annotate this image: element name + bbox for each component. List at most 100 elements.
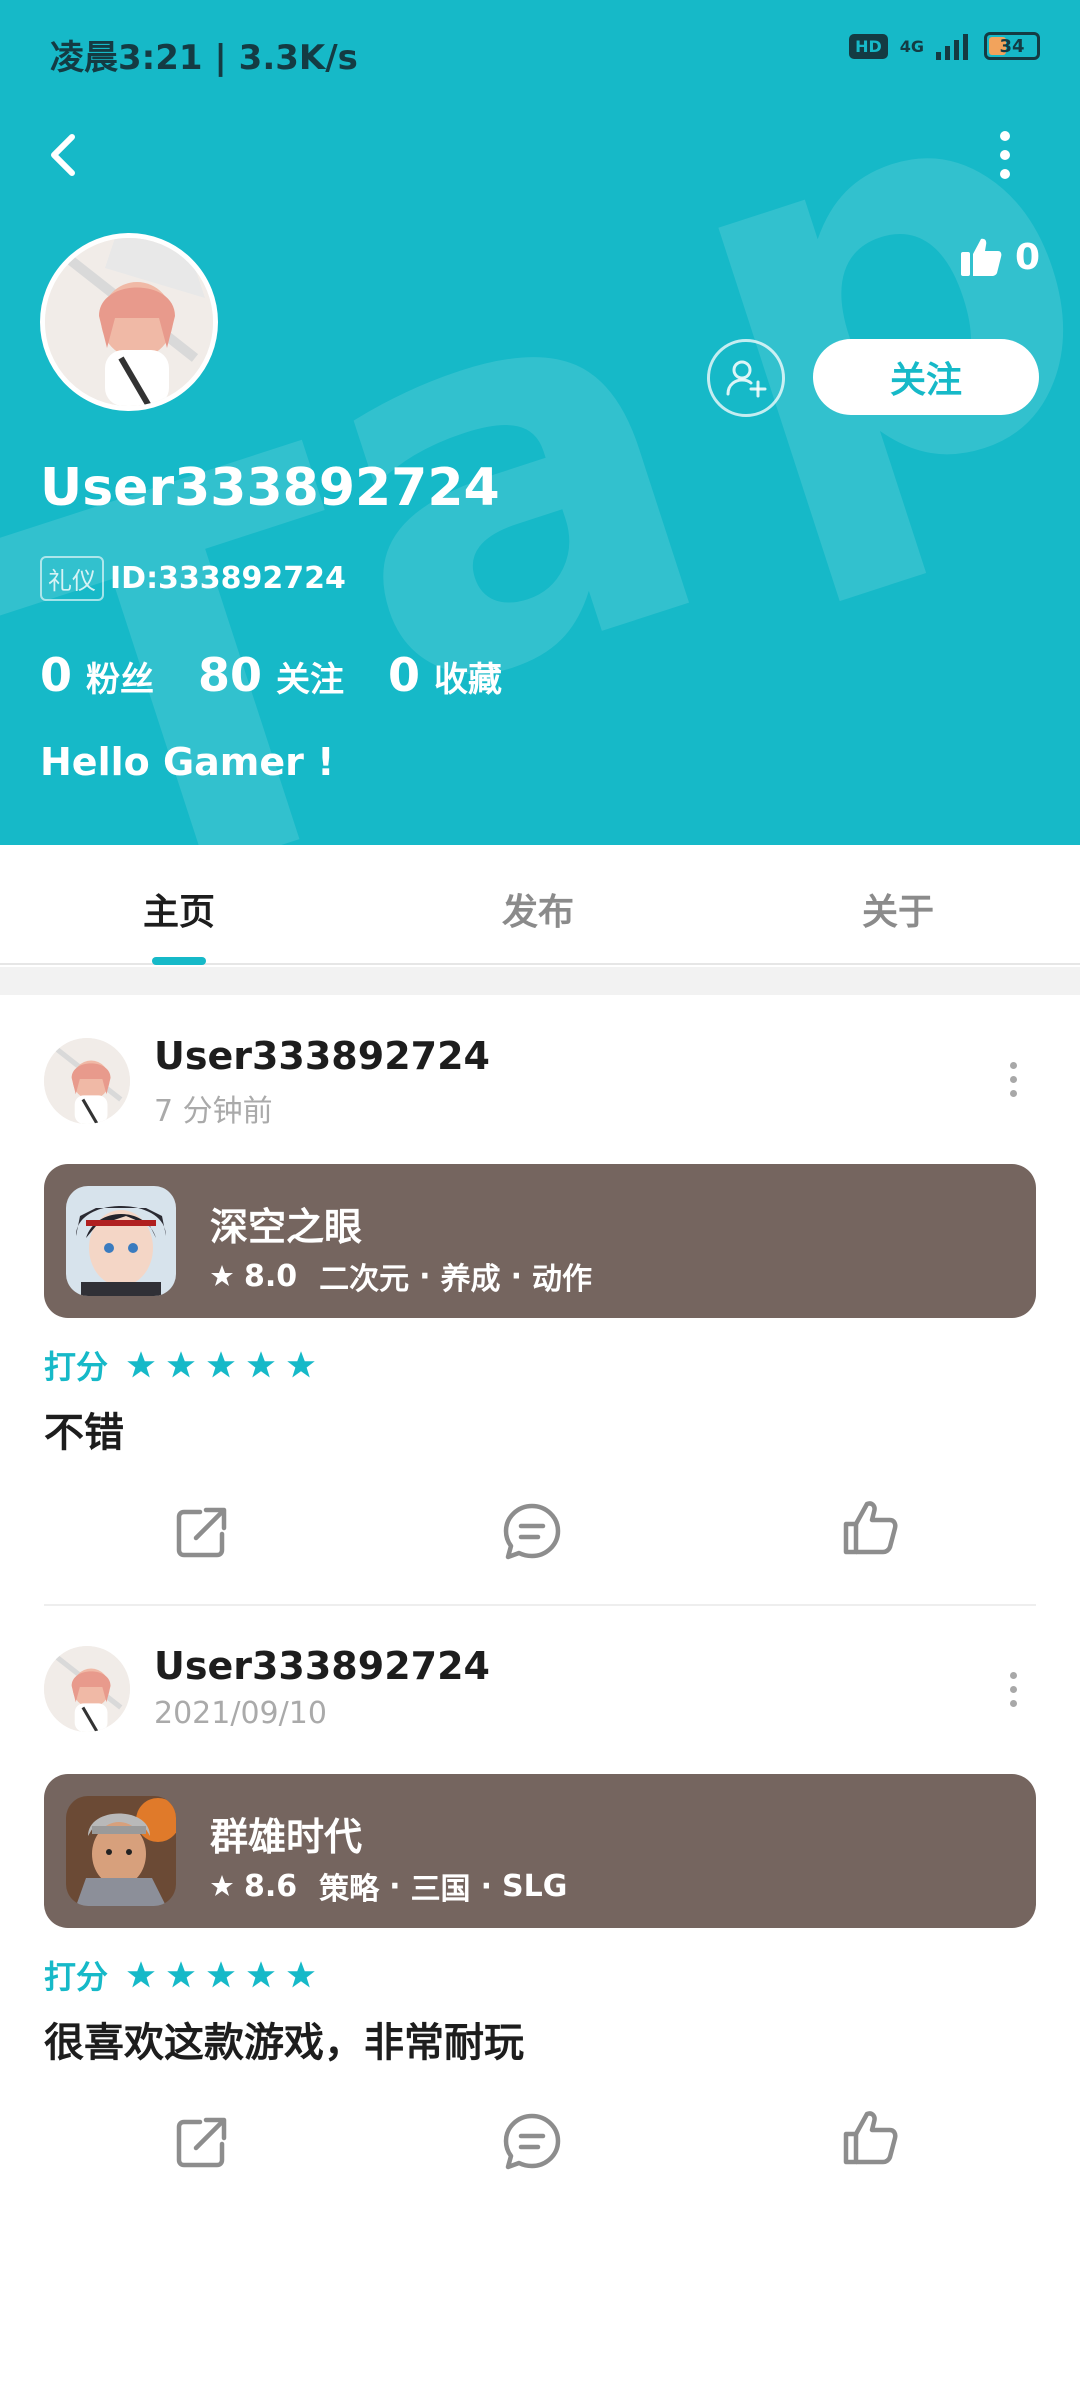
profile-username: User333892724	[40, 458, 500, 518]
star-icon	[127, 1351, 155, 1378]
post-more-button[interactable]	[1006, 1062, 1020, 1097]
game-tag: SLG	[501, 1868, 568, 1904]
game-card[interactable]: 深空之眼 8.0 二次元 · 养成 · 动作	[44, 1164, 1036, 1318]
game-tag: 二次元	[319, 1262, 410, 1297]
post-timestamp: 7 分钟前	[154, 1094, 273, 1129]
like-button[interactable]	[838, 2106, 902, 2170]
rating-label: 打分	[44, 1348, 109, 1386]
dot-icon	[1000, 169, 1010, 179]
star-icon	[287, 1351, 315, 1378]
game-tag: 养成	[440, 1262, 501, 1297]
add-user-icon	[726, 360, 767, 398]
user-id: ID:333892724	[110, 561, 346, 596]
post-username[interactable]: User333892724	[154, 1644, 490, 1688]
signal-icon	[936, 34, 968, 60]
share-button[interactable]	[170, 2110, 234, 2174]
star-icon	[247, 1961, 275, 1988]
game-meta: 8.6 策略 · 三国 · SLG	[210, 1864, 567, 1908]
star-icon	[247, 1351, 275, 1378]
dot-icon	[1009, 1076, 1017, 1083]
game-icon-image	[66, 1796, 176, 1906]
tab-about[interactable]: 关于	[862, 883, 934, 935]
followers-label[interactable]: 粉丝	[86, 652, 154, 701]
favorites-label[interactable]: 收藏	[434, 652, 502, 701]
dot-separator: ·	[389, 1868, 401, 1904]
dot-separator: ·	[480, 1868, 492, 1904]
user-tag-badge: 礼仪	[40, 556, 104, 601]
dot-icon	[1000, 131, 1010, 141]
dot-icon	[1009, 1700, 1017, 1707]
game-name: 深空之眼	[210, 1205, 363, 1249]
star-icon	[287, 1961, 315, 1988]
more-menu-button[interactable]	[985, 130, 1025, 180]
game-meta: 8.0 二次元 · 养成 · 动作	[210, 1254, 592, 1298]
game-card[interactable]: 群雄时代 8.6 策略 · 三国 · SLG	[44, 1774, 1036, 1928]
thumbs-up-icon	[843, 2111, 898, 2165]
avatar-image	[45, 238, 213, 406]
game-tag: 三国	[410, 1872, 471, 1907]
battery-icon: 34	[984, 32, 1040, 60]
hd-badge: HD	[849, 33, 888, 59]
profile-likes[interactable]: 0	[959, 236, 1040, 278]
rating-label: 打分	[44, 1958, 109, 1996]
comment-icon	[503, 1503, 561, 1560]
following-count[interactable]: 80	[198, 648, 262, 702]
share-button[interactable]	[170, 1500, 234, 1564]
comment-button[interactable]	[500, 1500, 564, 1564]
star-icon	[211, 1875, 233, 1896]
battery-level: 34	[999, 35, 1025, 57]
post-avatar[interactable]	[44, 1038, 130, 1124]
back-button[interactable]	[40, 125, 90, 185]
status-icons: HD 4G 34	[849, 32, 1040, 60]
star-icon	[207, 1961, 235, 1988]
rating-row: 打分	[44, 1342, 316, 1388]
avatar[interactable]	[40, 233, 218, 411]
game-icon-image	[66, 1186, 176, 1296]
rating-row: 打分	[44, 1952, 316, 1998]
post-username[interactable]: User333892724	[154, 1034, 490, 1078]
review-text: 很喜欢这款游戏，非常耐玩	[44, 2020, 524, 2066]
comment-button[interactable]	[500, 2110, 564, 2174]
following-label[interactable]: 关注	[276, 652, 344, 701]
likes-count: 0	[1014, 236, 1040, 278]
back-arrow-icon	[51, 134, 75, 176]
game-tag: 策略	[319, 1872, 380, 1907]
star-icon	[127, 1961, 155, 1988]
thumbs-up-icon	[843, 1501, 898, 1555]
active-tab-indicator	[152, 957, 206, 965]
dot-icon	[1009, 1062, 1017, 1069]
game-icon	[66, 1796, 176, 1906]
dot-separator: ·	[510, 1258, 522, 1294]
post-divider	[44, 1604, 1036, 1606]
favorites-count[interactable]: 0	[388, 648, 420, 702]
game-icon	[66, 1186, 176, 1296]
tab-home[interactable]: 主页	[143, 883, 215, 935]
status-bar: 凌晨3:21 | 3.3K/s HD 4G 34	[0, 0, 1080, 110]
network-label: 4G	[899, 36, 924, 56]
tab-posts[interactable]: 发布	[502, 883, 574, 935]
post-timestamp: 2021/09/10	[154, 1696, 327, 1731]
status-time: 凌晨3:21 | 3.3K/s	[50, 38, 358, 78]
followers-count[interactable]: 0	[40, 648, 72, 702]
add-friend-button[interactable]	[707, 339, 785, 417]
like-button[interactable]	[838, 1496, 902, 1560]
follow-button[interactable]: 关注	[813, 339, 1039, 415]
dot-icon	[1009, 1672, 1017, 1679]
star-icon	[207, 1351, 235, 1378]
post-more-button[interactable]	[1006, 1672, 1020, 1707]
post-avatar[interactable]	[44, 1646, 130, 1732]
thumbs-up-icon	[960, 238, 1002, 276]
star-icon	[211, 1265, 233, 1286]
dot-icon	[1009, 1090, 1017, 1097]
profile-header: T a p 凌晨3:21 | 3.3K/s HD 4G 34 0 关注 User…	[0, 0, 1080, 845]
share-icon	[176, 1507, 227, 1558]
dot-separator: ·	[419, 1258, 431, 1294]
star-icon	[167, 1961, 195, 1988]
profile-tabs: 主页 发布 关于	[0, 845, 1080, 965]
game-name: 群雄时代	[210, 1815, 363, 1859]
profile-stats: 0 粉丝 80 关注 0 收藏	[40, 648, 546, 702]
comment-icon	[503, 2113, 561, 2170]
avatar-image	[44, 1038, 130, 1124]
section-separator	[0, 967, 1080, 995]
game-score: 8.6	[244, 1868, 298, 1904]
